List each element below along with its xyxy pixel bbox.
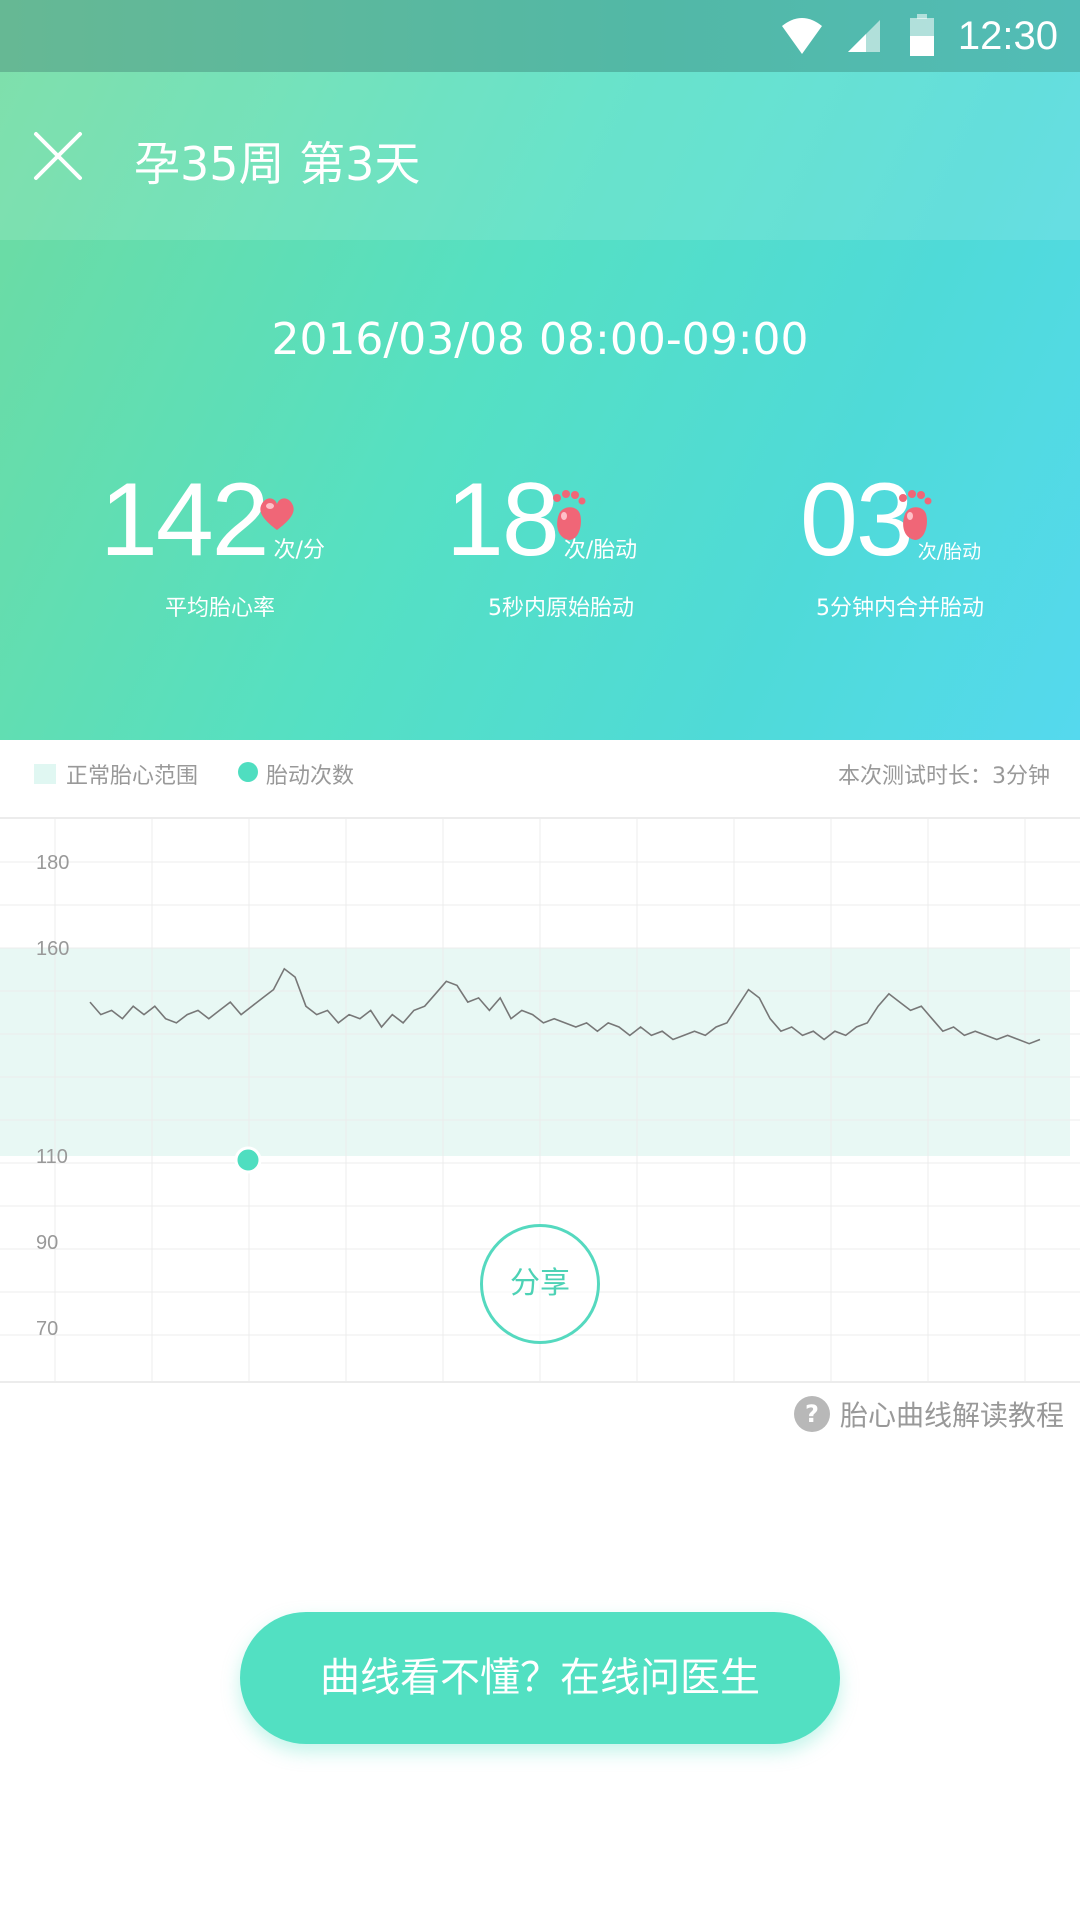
heart-icon: [260, 498, 294, 530]
y-tick-label: 70: [36, 1318, 58, 1340]
stat-raw-movements: 18 次/胎动 5秒内原始胎动: [446, 468, 676, 622]
ask-doctor-button[interactable]: 曲线看不懂？在线问医生: [240, 1612, 840, 1744]
footprint-icon: [899, 490, 932, 540]
stat-label: 5分钟内合并胎动: [816, 596, 984, 621]
stat-label: 平均胎心率: [164, 596, 275, 621]
stat-label: 5秒内原始胎动: [488, 596, 634, 621]
close-icon: [34, 132, 82, 180]
date-range: 2016/03/08 08:00-09:00: [271, 314, 809, 365]
movement-label: 胎动次数: [266, 764, 355, 789]
movement-dot-swatch: [238, 762, 258, 782]
battery-icon: [909, 14, 934, 56]
test-duration: 本次测试时长：3分钟: [838, 764, 1050, 789]
normal-range-swatch: [34, 764, 56, 784]
y-tick-label: 110: [36, 1146, 68, 1168]
y-tick-label: 160: [36, 938, 69, 960]
page-title: 孕35周 第3天: [134, 137, 421, 191]
chart-tutorial-link[interactable]: ? 胎心曲线解读教程: [793, 1394, 1064, 1434]
stat-value: 142: [100, 462, 270, 578]
movement-point: [234, 1146, 262, 1174]
status-bar: 12:30: [0, 0, 1080, 72]
wifi-icon: [781, 18, 822, 54]
y-tick-label: 180: [36, 852, 69, 874]
normal-range-band: [0, 948, 1070, 1156]
signal-icon: [847, 20, 880, 52]
app-bar: 孕35周 第3天: [0, 72, 1080, 240]
help-icon: ?: [793, 1396, 830, 1432]
status-time: 12:30: [957, 13, 1058, 58]
summary-panel: 12:30 孕35周 第3天 2016/03/08 08:00-09:00 14…: [0, 0, 1080, 740]
share-button[interactable]: 分享: [480, 1224, 600, 1344]
stat-average-heart-rate: 142 次/分 平均胎心率: [100, 468, 340, 622]
chart-legend: 正常胎心范围 胎动次数 本次测试时长：3分钟: [0, 740, 1080, 824]
stat-merged-movements: 03 次/胎动 5分钟内合并胎动: [800, 468, 1000, 622]
stat-value: 18: [446, 462, 560, 578]
normal-range-label: 正常胎心范围: [66, 764, 199, 789]
help-label: 胎心曲线解读教程: [839, 1399, 1064, 1432]
footprint-icon: [553, 490, 586, 540]
y-tick-label: 90: [36, 1232, 58, 1254]
close-button[interactable]: [26, 124, 90, 188]
